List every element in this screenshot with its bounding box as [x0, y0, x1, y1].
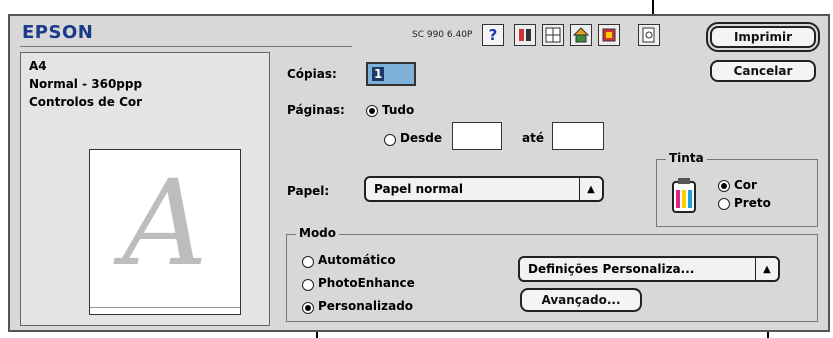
model-label: SC 990 6.40P — [412, 30, 473, 40]
grid-icon[interactable] — [542, 24, 564, 46]
copies-input[interactable]: 1 — [366, 62, 416, 86]
ink-black-label: Preto — [734, 196, 771, 210]
ink-group-label: Tinta — [666, 151, 707, 165]
chevron-updown-icon: ▲ — [755, 258, 778, 280]
pages-all-label: Tudo — [382, 103, 415, 117]
quality-summary: Normal - 360ppp — [29, 77, 143, 91]
pages-to-input[interactable] — [552, 122, 604, 150]
color-controls-summary: Controlos de Cor — [29, 95, 143, 109]
page-preview: A — [89, 149, 241, 315]
print-head-icon[interactable] — [514, 24, 536, 46]
copies-label: Cópias: — [287, 67, 337, 81]
print-dialog: EPSON SC 990 6.40P ? Imprimir Cancelar A… — [8, 14, 830, 332]
mode-automatic-label: Automático — [318, 253, 396, 267]
mode-photoenhance-label: PhotoEnhance — [318, 276, 415, 290]
preview-icon[interactable] — [638, 24, 660, 46]
paper-type-select[interactable]: Papel normal ▲ — [364, 176, 604, 202]
advanced-button[interactable]: Avançado... — [520, 288, 642, 312]
cancel-button[interactable]: Cancelar — [710, 60, 816, 82]
ink-color-radio[interactable] — [718, 180, 730, 192]
mode-automatic-radio[interactable] — [302, 256, 314, 268]
pages-to-label: até — [522, 131, 544, 145]
pages-all-radio[interactable] — [366, 105, 378, 117]
mode-custom-radio[interactable] — [302, 302, 314, 314]
paper-type-value: Papel normal — [374, 182, 464, 196]
header-divider — [20, 46, 352, 47]
preview-bottom-margin — [90, 307, 240, 308]
help-icon[interactable]: ? — [482, 24, 504, 46]
ink-black-radio[interactable] — [718, 198, 730, 210]
pages-from-label: Desde — [400, 131, 442, 145]
print-button[interactable]: Imprimir — [706, 22, 820, 52]
brand-logo: EPSON — [22, 22, 94, 43]
custom-settings-select[interactable]: Definições Personaliza... ▲ — [518, 256, 780, 282]
summary-panel: A4 Normal - 360ppp Controlos de Cor A — [20, 52, 270, 326]
cartridge-icon[interactable] — [598, 24, 620, 46]
mode-group-label: Modo — [296, 226, 340, 240]
preview-letter: A — [122, 154, 208, 292]
paper-label: Papel: — [287, 184, 330, 198]
chevron-updown-icon: ▲ — [579, 178, 602, 200]
pages-from-input[interactable] — [452, 122, 502, 150]
custom-settings-value: Definições Personaliza... — [528, 262, 695, 276]
home-icon[interactable] — [570, 24, 592, 46]
paper-size-summary: A4 — [29, 59, 47, 73]
pages-from-radio[interactable] — [384, 134, 396, 146]
mode-photoenhance-radio[interactable] — [302, 279, 314, 291]
copies-value: 1 — [372, 67, 385, 81]
ink-color-label: Cor — [734, 178, 757, 192]
pages-label: Páginas: — [287, 103, 345, 117]
mode-custom-label: Personalizado — [318, 299, 414, 313]
ink-cartridge-icon — [670, 176, 698, 220]
